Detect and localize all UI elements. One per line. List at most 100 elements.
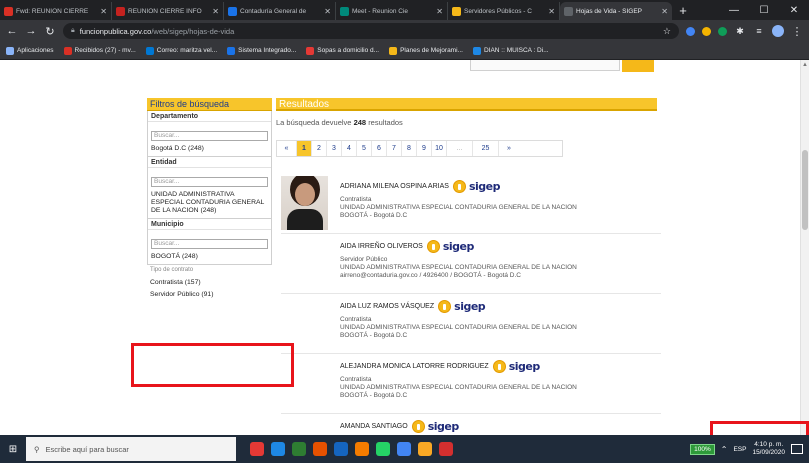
close-tab-icon[interactable]: ✕: [100, 7, 107, 16]
filter-option-contratista[interactable]: Contratista (157): [150, 276, 269, 288]
reload-icon[interactable]: ↻: [44, 25, 56, 38]
taskbar-app-icon[interactable]: [397, 442, 411, 456]
extension-icon[interactable]: [686, 26, 695, 36]
pager-page-button[interactable]: 6: [372, 141, 387, 156]
pager-next-button[interactable]: »: [499, 141, 519, 156]
bookmark-item[interactable]: DIAN :: MUISCA : Di...: [472, 46, 549, 55]
person-location: airreno@contaduria.gov.co / 4926400 / BO…: [340, 272, 521, 279]
forward-arrow-icon[interactable]: →: [25, 25, 37, 37]
result-person-card[interactable]: ADRIANA MILENA OSPINA ARIAS sigep Contrati…: [281, 174, 661, 234]
bookmark-item[interactable]: Planes de Mejorami...: [389, 46, 463, 55]
battery-indicator[interactable]: 100%: [690, 443, 715, 455]
pager-page-button[interactable]: 5: [357, 141, 372, 156]
sigep-emblem-icon: [426, 239, 440, 253]
sigep-wordmark: sigep: [468, 179, 501, 193]
close-tab-icon[interactable]: ✕: [212, 7, 219, 16]
browser-tab[interactable]: Servidores Públicos - C ✕: [448, 2, 560, 20]
vertical-scrollbar[interactable]: ▲: [800, 60, 809, 435]
pager-page-button[interactable]: 1: [297, 141, 312, 156]
extension-icon[interactable]: [718, 26, 727, 36]
browser-tab[interactable]: Meet - Reunion Cie ✕: [336, 2, 448, 20]
taskbar-app-icon[interactable]: [292, 442, 306, 456]
filter-municipio-label: Municipio: [148, 219, 271, 230]
person-name-link[interactable]: AIDA IRREÑO OLIVEROS: [340, 243, 423, 250]
browser-tab-strip: Fwd: REUNIÓN CIERRE ✕ REUNIÓN CIERRE INFO ✕…: [0, 0, 809, 20]
filter-tipo-contrato: Tipo de contrato Contratista (157) Servi…: [147, 265, 272, 302]
taskbar-clock[interactable]: 4:10 p. m. 15/09/2020: [752, 441, 785, 457]
taskbar-app-icon[interactable]: [313, 442, 327, 456]
pager-page-button[interactable]: 3: [327, 141, 342, 156]
bookmark-item[interactable]: Correo: maritza vel...: [145, 46, 217, 55]
person-name-link[interactable]: ALEJANDRA MONICA LATORRE RODRIGUEZ: [340, 363, 489, 370]
extension-icon[interactable]: [702, 26, 711, 36]
notifications-icon[interactable]: [791, 444, 803, 454]
pager-last-page-button[interactable]: 25: [473, 141, 499, 156]
maximize-button[interactable]: ☐: [749, 5, 779, 16]
site-search-button[interactable]: [622, 60, 654, 72]
scroll-up-arrow-icon[interactable]: ▲: [802, 62, 808, 68]
browser-tab[interactable]: Contaduría General de ✕: [224, 2, 336, 20]
address-bar[interactable]: 🔒︎ funcionpublica.gov.co /web/sigep/hoja…: [63, 23, 679, 39]
browser-tab[interactable]: REUNIÓN CIERRE INFO ✕: [112, 2, 224, 20]
pager-page-button[interactable]: 8: [402, 141, 417, 156]
person-name-link[interactable]: ADRIANA MILENA OSPINA ARIAS: [340, 183, 449, 190]
filter-departamento-search[interactable]: [151, 130, 268, 141]
result-person-card[interactable]: AIDA IRREÑO OLIVEROS sigep Servidor Públic…: [281, 234, 661, 294]
filter-municipio-search[interactable]: [151, 238, 268, 249]
close-tab-icon[interactable]: ✕: [324, 7, 331, 16]
browser-tab-title: Meet - Reunion Cie: [352, 7, 408, 15]
taskbar-app-icon[interactable]: [376, 442, 390, 456]
pager-page-button[interactable]: 9: [417, 141, 432, 156]
windows-start-icon[interactable]: ⊞: [0, 435, 26, 463]
close-window-button[interactable]: ✕: [779, 5, 809, 16]
tray-overflow-icon[interactable]: ⌃: [721, 445, 728, 454]
taskbar-app-icon[interactable]: [271, 442, 285, 456]
language-indicator[interactable]: ESP: [733, 446, 746, 453]
results-count-prefix: La búsqueda devuelve: [276, 118, 352, 127]
taskbar-app-icon[interactable]: [439, 442, 453, 456]
filter-option-servidor-publico[interactable]: Servidor Público (91): [150, 288, 269, 300]
taskbar-app-icon[interactable]: [418, 442, 432, 456]
browser-tab[interactable]: Hojas de Vida - SIGEP ✕: [560, 2, 672, 20]
taskbar-search-box[interactable]: ⚲ Escribe aquí para buscar: [26, 437, 236, 461]
pager-page-button[interactable]: 4: [342, 141, 357, 156]
pager-page-button[interactable]: 10: [432, 141, 447, 156]
close-tab-icon[interactable]: ✕: [548, 7, 555, 16]
result-person-card[interactable]: ALEJANDRA MONICA LATORRE RODRIGUEZ sigep C…: [281, 354, 661, 414]
taskbar-app-icon[interactable]: [334, 442, 348, 456]
bookmark-item[interactable]: Recibidos (27) - mv...: [63, 46, 136, 55]
close-tab-icon[interactable]: ✕: [661, 7, 668, 16]
bookmark-item[interactable]: Sopas a domicilio d...: [306, 46, 379, 55]
person-info: AIDA IRREÑO OLIVEROS sigep Servidor Públic…: [340, 238, 660, 280]
minimize-button[interactable]: —: [719, 5, 749, 16]
site-search-input[interactable]: [470, 60, 620, 71]
menu-dots-icon[interactable]: ⋮: [791, 25, 803, 38]
close-tab-icon[interactable]: ✕: [436, 7, 443, 16]
person-name-link[interactable]: AMANDA SANTIAGO: [340, 423, 408, 430]
scrollbar-thumb[interactable]: [802, 150, 808, 230]
filter-option-bogota-dc[interactable]: Bogotá D.C (248): [151, 142, 268, 154]
profile-avatar[interactable]: [772, 25, 784, 37]
filter-entidad-search[interactable]: [151, 176, 268, 187]
filter-option-entidad[interactable]: UNIDAD ADMINISTRATIVA ESPECIAL CONTADURI…: [151, 188, 268, 216]
browser-tab[interactable]: Fwd: REUNIÓN CIERRE ✕: [0, 2, 112, 20]
bookmark-item[interactable]: Aplicaciones: [6, 46, 54, 55]
extensions-puzzle-icon[interactable]: ✱: [734, 26, 746, 37]
reading-list-icon[interactable]: ≡: [753, 26, 765, 36]
pager-page-button[interactable]: 7: [387, 141, 402, 156]
result-person-card[interactable]: AMANDA SANTIAGOsigepContratista: [281, 414, 661, 435]
taskbar-app-icon[interactable]: [355, 442, 369, 456]
bookmark-item[interactable]: Sistema Integrado...: [227, 46, 296, 55]
pager-prev-button[interactable]: «: [277, 141, 297, 156]
new-tab-button[interactable]: +: [672, 2, 694, 20]
bookmark-favicon-icon: [6, 46, 14, 55]
taskbar-app-icon[interactable]: [250, 442, 264, 456]
result-person-card[interactable]: AIDA LUZ RAMOS VÁSQUEZ sigep Contratista UN…: [281, 294, 661, 354]
pager-ellipsis[interactable]: ...: [447, 141, 473, 156]
person-name-link[interactable]: AIDA LUZ RAMOS VÁSQUEZ: [340, 303, 434, 310]
back-arrow-icon[interactable]: ←: [6, 25, 18, 37]
pager-page-button[interactable]: 2: [312, 141, 327, 156]
sigep-logo: sigep: [426, 239, 474, 253]
bookmark-star-icon[interactable]: ☆: [663, 26, 671, 37]
filter-option-bogota[interactable]: BOGOTÁ (248): [151, 250, 268, 262]
